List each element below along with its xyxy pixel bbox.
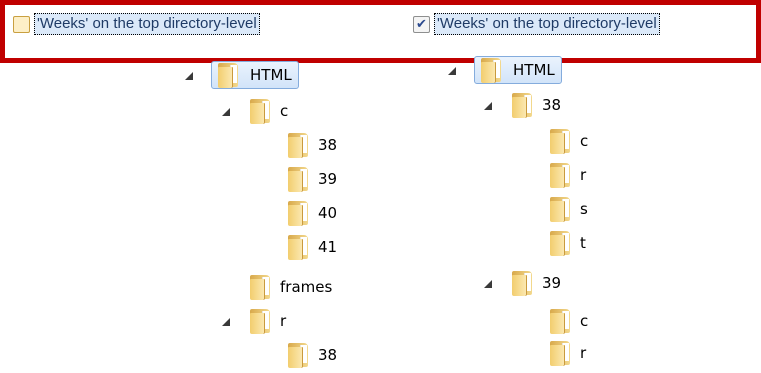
expand-arrow-icon[interactable] — [220, 106, 230, 116]
tree-node[interactable]: r — [548, 338, 586, 368]
node-label: frames — [280, 278, 333, 296]
tree-node[interactable]: 41 — [286, 232, 337, 262]
tree-node[interactable]: s — [548, 194, 588, 224]
tree-node-root[interactable]: HTML — [446, 55, 562, 85]
tree-node[interactable]: 39 — [286, 164, 337, 194]
checkbox-label[interactable]: 'Weeks' on the top directory-level — [34, 13, 260, 35]
folder-icon — [479, 57, 503, 83]
tree-node[interactable]: 40 — [286, 198, 337, 228]
checkbox-checked[interactable]: ✔ — [413, 15, 430, 33]
expand-arrow-icon[interactable] — [482, 278, 492, 288]
folder-icon — [248, 308, 272, 334]
node-label: HTML — [250, 66, 292, 84]
folder-icon — [548, 128, 572, 154]
node-label: c — [280, 102, 289, 120]
folder-icon — [286, 132, 310, 158]
node-label: s — [580, 200, 588, 218]
expand-arrow-icon[interactable] — [220, 316, 230, 326]
folder-icon — [248, 274, 272, 300]
node-label: r — [580, 344, 587, 362]
tree-node[interactable]: 38 — [286, 130, 337, 160]
node-label: r — [580, 166, 587, 184]
folder-icon — [286, 234, 310, 260]
tree-node[interactable]: r — [220, 306, 286, 336]
checkbox-label[interactable]: 'Weeks' on the top directory-level — [434, 13, 660, 35]
node-label: 40 — [318, 204, 338, 222]
node-label: 41 — [318, 238, 338, 256]
weeks-top-level-option-left[interactable]: 'Weeks' on the top directory-level — [13, 10, 260, 38]
expand-arrow-icon[interactable] — [183, 70, 193, 80]
expand-arrow-icon[interactable] — [482, 100, 492, 110]
tree-node[interactable]: r — [548, 160, 586, 190]
folder-icon — [548, 162, 572, 188]
folder-icon — [548, 308, 572, 334]
folder-icon — [248, 98, 272, 124]
node-label: 38 — [542, 96, 562, 114]
tree-node[interactable]: c — [548, 126, 588, 156]
folder-icon — [286, 342, 310, 368]
checkbox-unchecked[interactable] — [13, 15, 30, 33]
tree-node[interactable]: c — [548, 306, 588, 336]
weeks-top-level-option-right[interactable]: ✔ 'Weeks' on the top directory-level — [413, 10, 660, 38]
selected-node[interactable]: HTML — [211, 61, 299, 89]
node-label: t — [580, 234, 586, 252]
tree-node[interactable]: 39 — [482, 268, 561, 298]
expand-arrow-icon[interactable] — [446, 65, 456, 75]
node-label: 39 — [542, 274, 562, 292]
folder-icon — [286, 166, 310, 192]
tree-node[interactable]: frames — [248, 272, 332, 302]
tree-node[interactable]: 38 — [482, 90, 561, 120]
node-label: r — [280, 312, 287, 330]
folder-icon — [548, 230, 572, 256]
node-label: 39 — [318, 170, 338, 188]
node-label: 38 — [318, 136, 338, 154]
folder-icon — [548, 340, 572, 366]
tree-node[interactable]: t — [548, 228, 586, 258]
folder-icon — [548, 196, 572, 222]
checkmark-icon: ✔ — [416, 16, 427, 32]
node-label: 38 — [318, 346, 338, 364]
tree-node[interactable]: 38 — [286, 340, 337, 370]
folder-icon — [510, 270, 534, 296]
folder-icon — [286, 200, 310, 226]
tree-node-root[interactable]: HTML — [183, 60, 299, 90]
folder-icon — [216, 62, 240, 88]
node-label: HTML — [513, 61, 555, 79]
node-label: c — [580, 312, 589, 330]
node-label: c — [580, 132, 589, 150]
folder-icon — [510, 92, 534, 118]
selected-node[interactable]: HTML — [474, 56, 562, 84]
tree-node[interactable]: c — [220, 96, 288, 126]
